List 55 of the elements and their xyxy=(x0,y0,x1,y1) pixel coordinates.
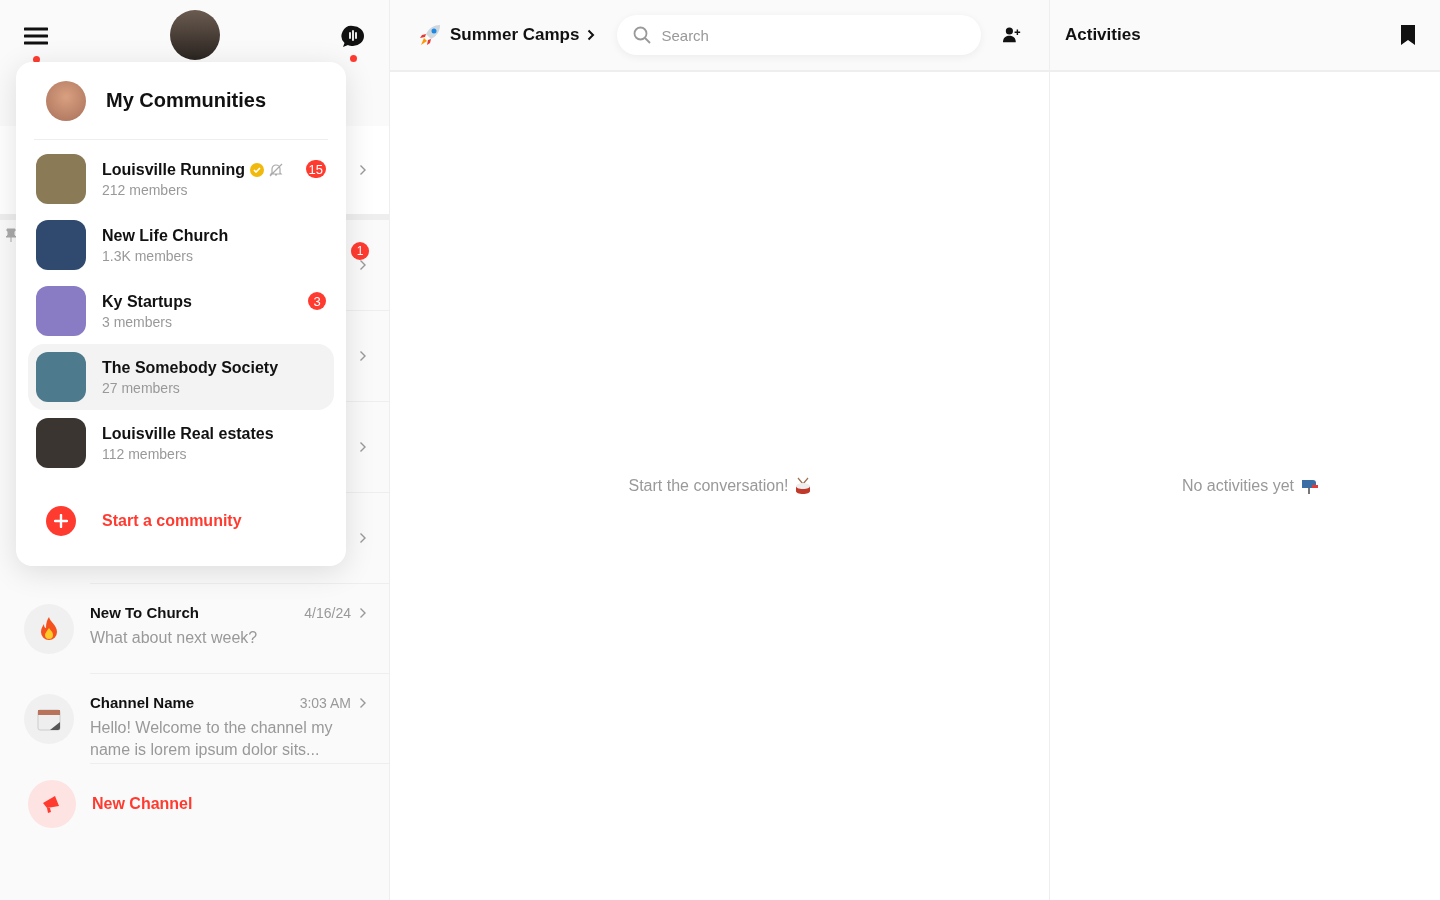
channel-time: 4/16/24 xyxy=(304,604,351,621)
calendar-icon xyxy=(36,706,62,732)
menu-title: My Communities xyxy=(106,89,267,112)
add-person-icon[interactable] xyxy=(1003,25,1021,45)
channel-name: New To Church xyxy=(90,604,200,621)
member-count: 1.3K members xyxy=(102,247,195,264)
group-photo-avatar[interactable] xyxy=(169,10,220,60)
bookmark-icon[interactable] xyxy=(1400,25,1416,45)
add-community-button[interactable] xyxy=(46,506,76,536)
community-name: New Life Church xyxy=(102,226,229,245)
empty-state-text: No activities yet xyxy=(1181,477,1294,495)
channel-row[interactable]: Channel Name 3:03 AM Hello! Welcome to the channel my name is lorem ipsum dolor sits... xyxy=(0,674,389,764)
chevron-right-icon xyxy=(359,532,367,544)
user-avatar[interactable] xyxy=(46,80,86,121)
mailbox-icon xyxy=(1300,478,1318,494)
chevron-right-icon[interactable] xyxy=(587,29,596,41)
new-channel-button[interactable] xyxy=(28,780,76,828)
fire-icon xyxy=(38,616,60,642)
chevron-right-icon xyxy=(359,441,367,453)
member-count: 3 members xyxy=(102,313,174,330)
member-count: 112 members xyxy=(102,445,188,462)
rocket-icon xyxy=(418,23,442,47)
message-preview: What about next week? xyxy=(90,628,259,648)
start-community-link[interactable]: Start a community xyxy=(102,512,242,530)
unread-badge: 1 xyxy=(351,242,369,260)
chevron-right-icon xyxy=(359,259,367,271)
unread-badge: 3 xyxy=(308,292,326,310)
community-item[interactable]: Louisville Real estates 112 members xyxy=(28,410,334,476)
unread-badge: 15 xyxy=(305,160,326,178)
message-preview: Hello! Welcome to the channel my name is lorem ipsum dolor sits... xyxy=(90,718,334,760)
member-count: 27 members xyxy=(102,379,181,396)
panel-title: Activities xyxy=(1065,25,1141,45)
plus-icon xyxy=(54,514,68,528)
community-item[interactable]: Ky Startups 3 members 3 xyxy=(28,278,334,344)
drum-icon xyxy=(794,477,811,495)
community-name: The Somebody Society xyxy=(102,358,279,377)
community-item[interactable]: Louisville Running 212 members 15 xyxy=(28,146,334,212)
chevron-right-icon xyxy=(359,606,367,619)
community-name: Ky Startups xyxy=(102,292,192,311)
chat-bubble-icon[interactable] xyxy=(341,25,365,47)
empty-state-text: Start the conversation! xyxy=(628,477,789,495)
chevron-right-icon xyxy=(359,350,367,362)
community-name: Louisville Real estates xyxy=(102,424,274,443)
member-count: 212 members xyxy=(102,181,189,198)
channel-title[interactable]: Summer Camps xyxy=(450,25,580,45)
channel-name: Channel Name xyxy=(90,694,196,711)
community-name: Louisville Running xyxy=(102,160,246,179)
chevron-right-icon xyxy=(359,696,367,709)
channel-time: 3:03 AM xyxy=(299,694,351,711)
channel-row[interactable]: New To Church 4/16/24 What about next week? xyxy=(0,584,389,674)
chevron-right-icon xyxy=(359,164,367,176)
menu-icon[interactable] xyxy=(24,26,48,46)
community-item[interactable]: The Somebody Society 27 members xyxy=(28,344,334,410)
search-field[interactable]: Search xyxy=(617,15,982,55)
community-item[interactable]: New Life Church 1.3K members xyxy=(28,212,334,278)
